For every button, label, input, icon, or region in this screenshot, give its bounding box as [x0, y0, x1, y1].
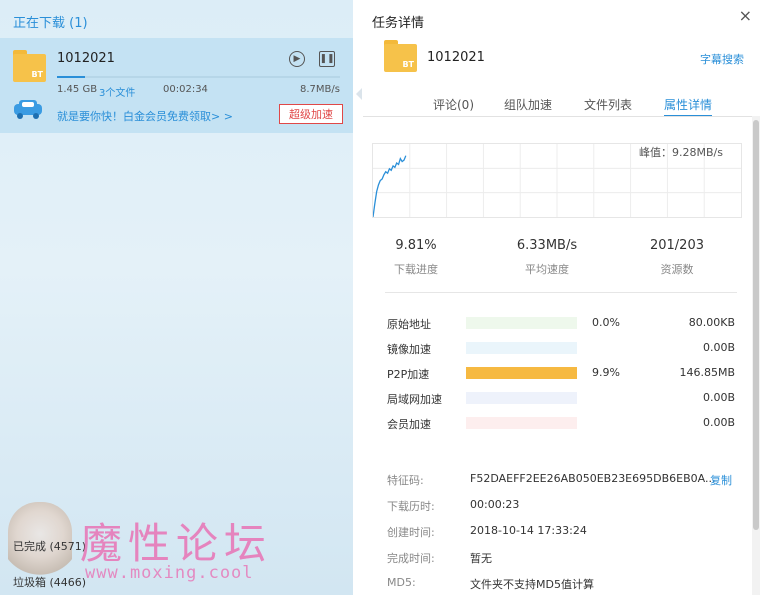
source-size: 146.85MB [679, 366, 735, 379]
car-icon [14, 100, 42, 119]
source-size: 0.00B [702, 416, 735, 429]
source-label: 原始地址 [387, 318, 431, 331]
source-row: 会员加速 0.00B [387, 416, 737, 431]
download-task-item[interactable]: BT 1012021 ▶ ❚❚ 1.45 GB 3个文件 00:02:34 8.… [0, 38, 353, 133]
forum-watermark-url: www.moxing.cool [85, 563, 254, 583]
task-speed: 8.7MB/s [300, 84, 340, 95]
md5-row: MD5: 文件夹不支持MD5值计算 [387, 576, 594, 591]
source-bar [466, 342, 577, 354]
source-size: 0.00B [702, 341, 735, 354]
task-name: 1012021 [57, 51, 115, 66]
task-time: 00:02:34 [163, 84, 208, 95]
subtitle-search-link[interactable]: 字幕搜索 [700, 51, 744, 67]
source-bar [466, 392, 577, 404]
source-label: 局域网加速 [387, 393, 442, 406]
scroll-thumb[interactable] [753, 120, 759, 530]
bt-folder-icon: BT [13, 50, 46, 82]
completed-row: 完成时间: 暂无 [387, 552, 492, 565]
section-separator [385, 292, 737, 293]
tab-comments[interactable]: 评论(0) [433, 96, 474, 113]
detail-tabs: 评论(0) 组队加速 文件列表 属性详情 [363, 96, 760, 117]
source-bar [466, 367, 577, 379]
source-bar [466, 317, 577, 329]
elapsed-row: 下载历时: 00:00:23 [387, 498, 520, 513]
copy-hash-link[interactable]: 复制 [710, 472, 732, 488]
sources-value: 201/203 [649, 238, 704, 253]
created-row: 创建时间: 2018-10-14 17:33:24 [387, 524, 587, 539]
tab-underline [363, 116, 760, 117]
bt-folder-icon: BT [384, 40, 417, 72]
source-label: P2P加速 [387, 368, 430, 381]
source-row: 镜像加速 0.00B [387, 341, 737, 356]
task-files-link[interactable]: 3个文件 [99, 84, 135, 99]
source-bar [466, 417, 577, 429]
source-size: 80.00KB [688, 316, 735, 329]
progress-label: 下载进度 [394, 263, 438, 276]
speed-line [373, 155, 407, 217]
detail-task-name: 1012021 [427, 50, 485, 65]
task-size: 1.45 GB [57, 84, 98, 95]
super-accelerate-button[interactable]: 超级加速 [279, 104, 343, 124]
trash-category[interactable]: 垃圾箱 (4466) [13, 574, 86, 590]
avg-speed-label: 平均速度 [525, 263, 569, 276]
detail-pointer [356, 88, 362, 100]
panel-title: 任务详情 [372, 16, 425, 31]
task-progress-bar [57, 76, 340, 78]
peak-speed: 峰值：9.28MB/s [639, 146, 723, 159]
source-row: 原始地址 0.0% 80.00KB [387, 316, 737, 331]
pause-icon[interactable]: ❚❚ [319, 51, 335, 67]
downloading-header[interactable]: 正在下载 (1) [13, 12, 88, 31]
vip-promo-link[interactable]: 就是要你快！白金会员免费领取> > [57, 108, 233, 124]
close-icon[interactable]: × [739, 6, 752, 25]
source-row: P2P加速 9.9% 146.85MB [387, 366, 737, 381]
tab-properties[interactable]: 属性详情 [664, 96, 713, 117]
download-list-pane: 正在下载 (1) BT 1012021 ▶ ❚❚ 1.45 GB 3个文件 00… [0, 0, 353, 595]
open-task-icon[interactable]: ▶ [289, 51, 305, 67]
tab-team-accel[interactable]: 组队加速 [504, 96, 552, 113]
source-percent: 9.9% [592, 366, 620, 379]
forum-watermark: 魔性论坛 [80, 519, 273, 568]
source-percent: 0.0% [592, 316, 620, 329]
task-detail-panel: 任务详情 × BT 1012021 字幕搜索 评论(0) 组队加速 文件列表 属… [363, 0, 760, 595]
sources-label: 资源数 [660, 263, 694, 276]
progress-value: 9.81% [395, 238, 437, 253]
scrollbar[interactable] [752, 116, 760, 595]
hash-row: 特征码: F52DAEFF2EE26AB050EB23E695DB6EB0A..… [387, 472, 732, 488]
tab-file-list[interactable]: 文件列表 [584, 96, 632, 113]
source-label: 镜像加速 [387, 343, 431, 356]
avg-speed-value: 6.33MB/s [516, 238, 578, 253]
completed-category[interactable]: 已完成 (4571) [13, 538, 86, 554]
source-row: 局域网加速 0.00B [387, 391, 737, 406]
source-label: 会员加速 [387, 418, 431, 431]
source-size: 0.00B [702, 391, 735, 404]
